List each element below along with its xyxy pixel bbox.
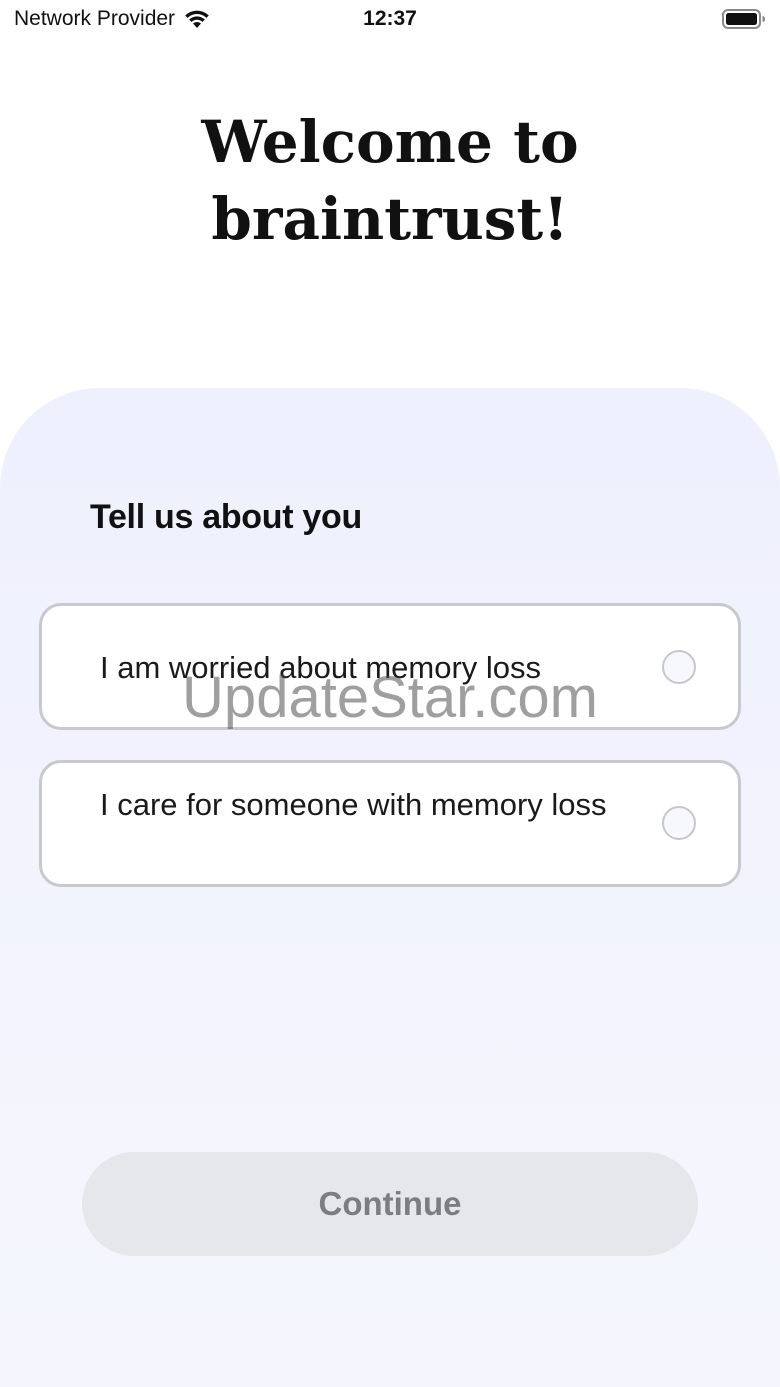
section-heading: Tell us about you	[90, 498, 362, 536]
welcome-title-line1: Welcome to	[201, 108, 579, 176]
status-bar: Network Provider 12:37	[0, 0, 780, 40]
option-care-for-someone[interactable]: I care for someone with memory loss	[39, 760, 741, 887]
continue-button[interactable]: Continue	[82, 1152, 698, 1256]
radio-button[interactable]	[662, 650, 696, 684]
option-label: I care for someone with memory loss	[100, 787, 607, 822]
radio-button[interactable]	[662, 806, 696, 840]
option-label: I am worried about memory loss	[100, 650, 542, 685]
battery-icon	[722, 9, 766, 29]
welcome-title: Welcome to braintrust!	[0, 104, 780, 258]
option-worried-about-memory-loss[interactable]: I am worried about memory loss	[39, 603, 741, 730]
status-time: 12:37	[363, 7, 417, 30]
welcome-title-line2: braintrust!	[211, 185, 569, 253]
